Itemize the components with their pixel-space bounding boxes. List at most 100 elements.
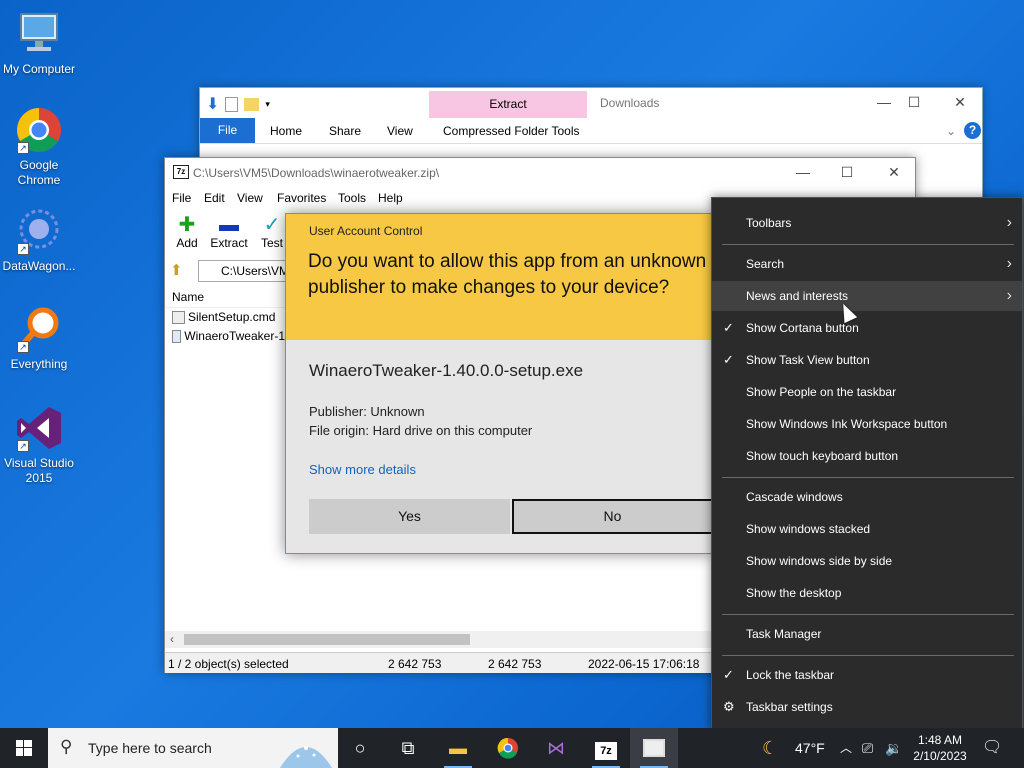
desktop-icon-google-chrome[interactable]: ↗ Google Chrome [0, 106, 78, 188]
menu-item-label: Lock the taskbar [746, 668, 835, 682]
status-selected: 1 / 2 object(s) selected [168, 657, 289, 671]
column-header-name[interactable]: Name [165, 286, 285, 308]
menu-item-label: News and interests [746, 289, 849, 303]
sevenzip-icon[interactable]: 7z [582, 728, 630, 768]
menu-item-label: Show Cortana button [746, 321, 859, 335]
expand-ribbon-chevron-icon[interactable]: ⌄ [946, 124, 956, 138]
help-icon[interactable]: ? [964, 122, 981, 139]
menu-item-show-desktop[interactable]: Show the desktop [712, 578, 1022, 608]
menu-item-label: Show windows stacked [746, 522, 871, 536]
visual-studio-icon[interactable]: ⋈ [532, 728, 580, 768]
uac-dialog[interactable]: User Account Control Do you want to allo… [285, 213, 713, 554]
menu-view[interactable]: View [237, 191, 263, 205]
desktop-icon-label: Visual Studio 2015 [4, 456, 74, 485]
scroll-left-icon[interactable]: ‹ [170, 632, 174, 646]
menu-item-search[interactable]: Search › [712, 249, 1022, 279]
minimize-button[interactable]: — [783, 162, 823, 182]
menu-item-show-touch-keyboard[interactable]: Show touch keyboard button [712, 441, 1022, 471]
uac-header: User Account Control [309, 224, 423, 238]
menu-item-show-task-view[interactable]: ✓ Show Task View button [712, 345, 1022, 375]
extract-context-tab[interactable]: Extract [429, 91, 587, 118]
menu-item-label: Show touch keyboard button [746, 449, 899, 463]
maximize-button[interactable]: ☐ [827, 162, 867, 182]
extract-button[interactable]: ▬ Extract [209, 214, 249, 250]
properties-icon[interactable] [225, 96, 239, 112]
tab-home[interactable]: Home [270, 124, 302, 138]
menu-item-show-people[interactable]: Show People on the taskbar [712, 377, 1022, 407]
task-view-icon[interactable]: ⧉ [384, 728, 432, 768]
menu-edit[interactable]: Edit [204, 191, 225, 205]
network-icon[interactable]: ⎚ [862, 728, 873, 768]
folder-icon[interactable] [244, 97, 260, 111]
extract-label: Extract [210, 236, 248, 250]
list-item[interactable]: WinaeroTweaker-1 [165, 327, 285, 346]
menu-separator [722, 655, 1014, 656]
tab-view[interactable]: View [387, 124, 413, 138]
chevron-right-icon: › [1006, 214, 1012, 231]
tab-share[interactable]: Share [329, 124, 361, 138]
address-bar: ⬆ C:\Users\VM [165, 259, 298, 283]
desktop-icon-everything[interactable]: ↗ Everything [0, 305, 78, 372]
chevron-right-icon: › [1006, 255, 1012, 272]
desktop-icon-visual-studio[interactable]: ↗ Visual Studio 2015 [0, 404, 78, 486]
test-button[interactable]: ✓ Test [259, 214, 285, 250]
sevenzip-titlebar[interactable]: 7z C:\Users\VM5\Downloads\winaerotweaker… [165, 158, 915, 188]
yes-button[interactable]: Yes [309, 499, 510, 534]
taskbar-clock[interactable]: 1:48 AM 2/10/2023 [905, 732, 975, 764]
tab-compressed-folder-tools[interactable]: Compressed Folder Tools [443, 124, 580, 138]
app-window-icon[interactable] [630, 728, 678, 768]
weather-temperature[interactable]: 47°F [795, 728, 825, 768]
menu-item-toolbars[interactable]: Toolbars › [712, 208, 1022, 238]
uac-question: Do you want to allow this app from an un… [308, 251, 707, 298]
show-hidden-icons-icon[interactable]: ︿ [840, 728, 852, 768]
datawagon-icon: ↗ [15, 207, 63, 255]
close-button[interactable]: ✕ [940, 92, 980, 112]
up-folder-icon[interactable]: ⬆ [170, 261, 183, 279]
menu-item-windows-stacked[interactable]: Show windows stacked [712, 514, 1022, 544]
weather-moon-icon[interactable]: ☾ [762, 728, 778, 768]
menu-item-task-manager[interactable]: Task Manager [712, 619, 1022, 649]
start-button[interactable] [0, 728, 48, 768]
menu-favorites[interactable]: Favorites [277, 191, 326, 205]
close-button[interactable]: ✕ [874, 162, 914, 182]
add-button[interactable]: ✚ Add [173, 214, 201, 250]
menu-tools[interactable]: Tools [338, 191, 366, 205]
download-arrow-icon[interactable]: ⬇ [206, 94, 219, 114]
desktop-icon-my-computer[interactable]: My Computer [0, 10, 78, 77]
no-button[interactable]: No [512, 499, 712, 534]
address-input[interactable]: C:\Users\VM [198, 260, 298, 282]
cortana-circle-icon[interactable]: ○ [336, 728, 384, 768]
notification-center-icon[interactable]: 🗨 [982, 728, 1002, 768]
tab-file[interactable]: File [200, 118, 255, 143]
menu-item-lock-taskbar[interactable]: ✓ Lock the taskbar [712, 660, 1022, 690]
menu-item-windows-side-by-side[interactable]: Show windows side by side [712, 546, 1022, 576]
file-name: SilentSetup.cmd [188, 310, 276, 324]
dropdown-arrow-icon[interactable]: ▾ [265, 99, 270, 110]
shortcut-arrow-icon: ↗ [17, 243, 29, 255]
file-explorer-icon[interactable]: ▬ [434, 728, 482, 768]
volume-icon[interactable]: 🔉 [885, 728, 902, 768]
search-input[interactable]: Type here to search [88, 740, 212, 756]
taskbar-search-box[interactable]: ⚲ Type here to search [48, 728, 338, 768]
menu-item-label: Cascade windows [746, 490, 843, 504]
menu-item-taskbar-settings[interactable]: ⚙ Taskbar settings [712, 692, 1022, 722]
maximize-button[interactable]: ☐ [894, 92, 934, 112]
desktop-icon-datawagon[interactable]: ↗ DataWagon... [0, 207, 78, 274]
menu-separator [722, 614, 1014, 615]
menu-item-news-and-interests[interactable]: News and interests › [712, 281, 1022, 311]
show-more-details-link[interactable]: Show more details [309, 462, 416, 477]
scrollbar-thumb[interactable] [184, 634, 470, 645]
menu-item-show-cortana[interactable]: ✓ Show Cortana button [712, 313, 1022, 343]
menu-file[interactable]: File [172, 191, 191, 205]
chrome-icon[interactable] [484, 728, 532, 768]
shortcut-arrow-icon: ↗ [17, 142, 29, 154]
menu-item-show-ink-workspace[interactable]: Show Windows Ink Workspace button [712, 409, 1022, 439]
exe-file-icon [172, 330, 182, 343]
menu-item-cascade-windows[interactable]: Cascade windows [712, 482, 1022, 512]
menu-help[interactable]: Help [378, 191, 403, 205]
menu-item-label: Show the desktop [746, 586, 842, 600]
magnifier-icon: ↗ [15, 305, 63, 353]
add-plus-icon: ✚ [178, 214, 196, 236]
list-item[interactable]: SilentSetup.cmd [165, 308, 285, 327]
horizontal-scrollbar[interactable]: ‹ [165, 631, 711, 648]
